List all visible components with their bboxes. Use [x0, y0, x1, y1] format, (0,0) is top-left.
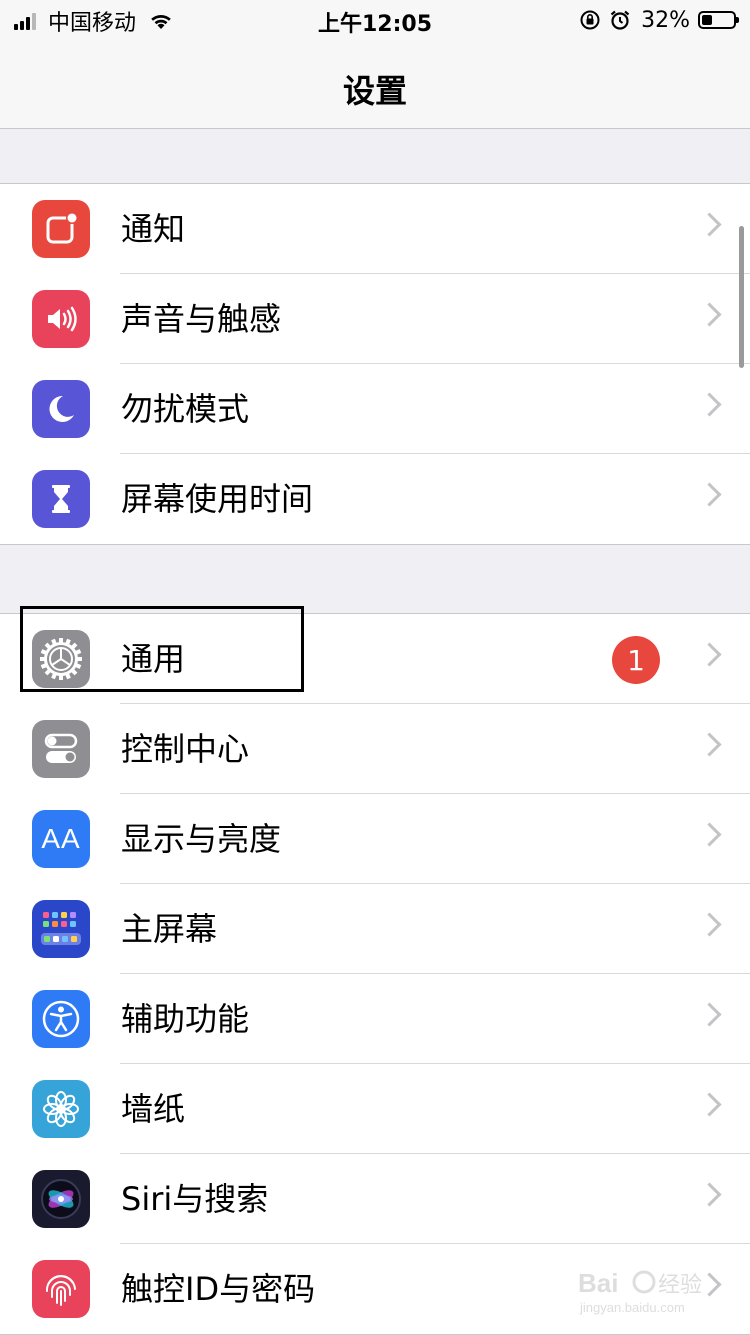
settings-row-label: 通知 [121, 210, 186, 248]
settings-row-label: 屏幕使用时间 [121, 480, 314, 518]
settings-row-control-center[interactable]: 控制中心 [0, 704, 750, 794]
siri-icon [32, 1170, 90, 1228]
settings-row-home-screen[interactable]: 主屏幕 [0, 884, 750, 974]
chevron-right-icon [697, 732, 722, 757]
settings-row-notifications[interactable]: 通知 [0, 184, 750, 274]
svg-text:经验: 经验 [658, 1273, 702, 1298]
chevron-right-icon [697, 1182, 722, 1207]
settings-row-label: 墙纸 [121, 1090, 186, 1128]
chevron-right-icon [697, 302, 722, 327]
settings-row-label: 显示与亮度 [121, 820, 282, 858]
settings-row-label: 触控ID与密码 [121, 1270, 316, 1308]
wallpaper-flower-icon [32, 1080, 90, 1138]
rotation-lock-icon [580, 10, 600, 30]
settings-row-sounds[interactable]: 声音与触感 [0, 274, 750, 364]
settings-row-wallpaper[interactable]: 墙纸 [0, 1064, 750, 1154]
accessibility-icon [32, 990, 90, 1048]
chevron-right-icon [697, 1002, 722, 1027]
navigation-bar: 设置 [0, 40, 750, 129]
settings-row-do-not-disturb[interactable]: 勿扰模式 [0, 364, 750, 454]
settings-row-accessibility[interactable]: 辅助功能 [0, 974, 750, 1064]
baidu-watermark-logo: Bai 经验 jingyan.baidu.com [574, 1262, 734, 1318]
chevron-right-icon [697, 822, 722, 847]
settings-row-label: 声音与触感 [121, 300, 282, 338]
alarm-icon [610, 10, 630, 30]
svg-text:jingyan.baidu.com: jingyan.baidu.com [579, 1300, 685, 1315]
toggles-icon [32, 720, 90, 778]
settings-group-1: 通知 声音与触感 勿扰模式 屏幕使用时间 [0, 183, 750, 545]
chevron-right-icon [697, 1092, 722, 1117]
battery-percent: 32% [641, 7, 690, 33]
chevron-right-icon [697, 642, 722, 667]
settings-row-label: Siri与搜索 [121, 1180, 269, 1218]
settings-group-2: 通用 1 控制中心 AA 显示与亮度 主屏幕 辅助功能 墙纸 Siri与搜索 触… [0, 613, 750, 1335]
settings-row-screen-time[interactable]: 屏幕使用时间 [0, 454, 750, 544]
settings-row-siri[interactable]: Siri与搜索 [0, 1154, 750, 1244]
settings-row-general[interactable]: 通用 1 [0, 614, 750, 704]
moon-icon [32, 380, 90, 438]
sounds-icon [32, 290, 90, 348]
page-title: 设置 [342, 72, 407, 110]
fingerprint-icon [32, 1260, 90, 1318]
notifications-icon [32, 200, 90, 258]
chevron-right-icon [697, 912, 722, 937]
settings-row-label: 辅助功能 [121, 1000, 250, 1038]
scrollbar[interactable] [739, 226, 744, 368]
gear-icon [32, 630, 90, 688]
status-bar: 中国移动 上午12:05 32% [0, 0, 750, 40]
home-screen-icon [32, 900, 90, 958]
battery-icon [698, 11, 739, 29]
settings-row-label: 主屏幕 [121, 910, 218, 948]
notification-badge: 1 [612, 636, 660, 684]
settings-row-display[interactable]: AA 显示与亮度 [0, 794, 750, 884]
chevron-right-icon [697, 392, 722, 417]
hourglass-icon [32, 470, 90, 528]
settings-row-label: 通用 [121, 640, 186, 678]
chevron-right-icon [697, 482, 722, 507]
settings-row-label: 勿扰模式 [121, 390, 250, 428]
text-size-icon: AA [32, 810, 90, 868]
settings-row-label: 控制中心 [121, 730, 250, 768]
chevron-right-icon [697, 212, 722, 237]
svg-text:Bai: Bai [578, 1268, 618, 1298]
